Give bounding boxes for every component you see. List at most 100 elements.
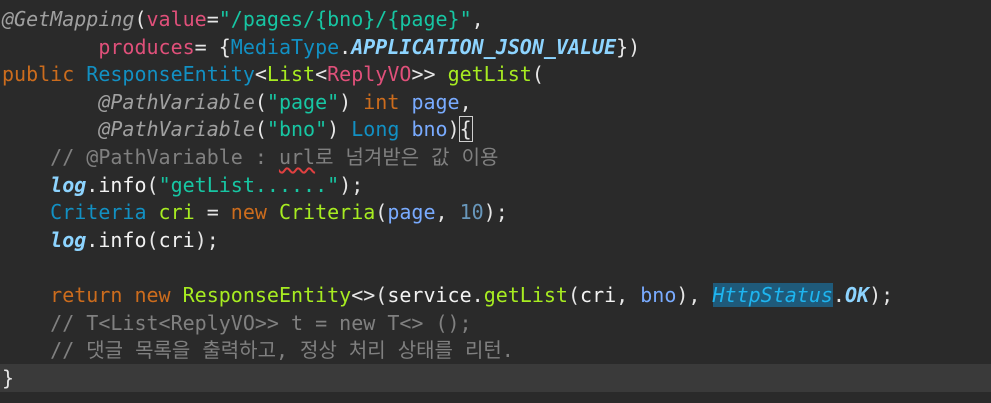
code-token: @PathVariable <box>98 117 255 142</box>
code-line[interactable]: } <box>0 363 991 392</box>
code-token: new <box>134 283 171 307</box>
code-token: < <box>254 62 267 87</box>
code-line[interactable] <box>0 253 991 281</box>
code-line[interactable]: // @PathVariable : url로 넘겨받은 값 이용 <box>0 143 991 171</box>
code-token: value <box>146 7 207 31</box>
code-token: ( <box>134 7 147 31</box>
code-line[interactable]: // 댓글 목록을 출력하고, 정상 처리 상태를 리턴. <box>0 336 991 364</box>
code-token: { <box>458 116 473 143</box>
code-token: cri <box>158 200 195 225</box>
code-line[interactable]: @GetMapping(value="/pages/{bno}/{page}", <box>0 5 991 33</box>
code-token: ( <box>375 200 388 225</box>
code-line[interactable]: @PathVariable("bno") Long bno){ <box>0 115 991 143</box>
code-token: "/pages/{bno}/{page}" <box>218 7 472 31</box>
code-token: page <box>411 89 460 114</box>
code-token: produces <box>98 34 195 59</box>
code-token: 로 넘겨받은 값 이용 <box>315 145 499 169</box>
code-line[interactable]: Criteria cri = new Criteria(page, 10); <box>0 198 991 226</box>
code-token: info <box>98 172 147 197</box>
code-line[interactable]: return new ResponseEntity<>(service.getL… <box>0 281 991 309</box>
code-token: getList <box>483 283 568 307</box>
code-token: <>( <box>351 283 388 307</box>
code-token: return <box>50 283 123 307</box>
code-token: , <box>459 89 472 114</box>
code-token: Long <box>351 117 400 142</box>
code-token: ) <box>339 89 364 114</box>
code-token: = <box>194 200 231 225</box>
code-line[interactable]: log.info("getList......"); <box>0 171 991 199</box>
code-token: ( <box>567 283 581 307</box>
code-token: ( <box>531 62 544 87</box>
code-token: . <box>86 227 99 252</box>
code-token: @GetMapping <box>2 7 135 31</box>
code-line[interactable]: // T<List<ReplyVO>> t = new T<> (); <box>0 309 991 337</box>
code-token: 10 <box>459 200 484 225</box>
code-token: = <box>206 7 219 31</box>
code-token: . <box>471 283 484 307</box>
code-token: ); <box>339 172 364 197</box>
code-token: bno <box>640 283 677 307</box>
code-token: ); <box>483 200 508 225</box>
code-token: HttpStatus <box>712 283 833 307</box>
code-token: public <box>2 62 75 87</box>
code-token: . <box>832 283 845 307</box>
code-token: ) <box>327 117 352 142</box>
code-token: Criteria <box>278 200 376 225</box>
code-line[interactable]: @PathVariable("page") int page, <box>0 88 991 116</box>
code-token: >> <box>411 62 448 87</box>
code-token: ReplyVO <box>327 62 412 87</box>
code-token: ( <box>254 89 267 114</box>
code-token: Criteria <box>50 200 147 225</box>
code-line[interactable]: public ResponseEntity<List<ReplyVO>> get… <box>0 60 991 88</box>
code-token: "page" <box>266 89 340 114</box>
code-token: getList <box>447 62 532 87</box>
code-token: = { <box>194 34 231 59</box>
code-line[interactable]: produces= {MediaType.APPLICATION_JSON_VA… <box>0 33 991 61</box>
code-token: page <box>387 200 436 225</box>
code-token: log <box>50 172 87 197</box>
code-token: "bno" <box>266 117 328 142</box>
code-token: ); <box>194 227 219 252</box>
code-token: ) <box>447 117 460 142</box>
code-editor[interactable]: @GetMapping(value="/pages/{bno}/{page}",… <box>0 0 991 403</box>
code-token: ), <box>676 283 713 307</box>
code-token: List <box>266 62 316 87</box>
code-token: , <box>616 283 641 307</box>
code-token: service <box>387 283 472 307</box>
code-token: // 댓글 목록을 출력하고, 정상 처리 상태를 리턴. <box>2 338 514 363</box>
code-line[interactable]: log.info(cri); <box>0 226 991 254</box>
code-token: @PathVariable <box>98 89 255 114</box>
code-token: MediaType <box>230 34 340 59</box>
code-token: new <box>230 200 267 225</box>
code-token: url <box>278 145 316 169</box>
code-token: cri <box>580 283 617 307</box>
code-token: ( <box>146 172 159 197</box>
code-token: , <box>435 200 460 225</box>
code-token: // T<List<ReplyVO>> t = new T<> (); <box>2 310 472 335</box>
code-token: "getList......" <box>158 172 340 197</box>
code-token: ResponseEntity <box>86 62 255 87</box>
code-token: ResponseEntity <box>182 283 352 307</box>
code-token: int <box>363 89 400 114</box>
code-token: OK <box>844 283 870 307</box>
code-token: cri <box>158 227 195 252</box>
code-token: ( <box>254 117 267 142</box>
code-token: < <box>315 62 328 87</box>
code-token: . <box>339 34 352 59</box>
code-token: ( <box>146 227 159 252</box>
code-token: log <box>50 227 87 252</box>
code-token: . <box>86 172 99 197</box>
code-token: }) <box>616 34 641 59</box>
code-token: ); <box>869 283 894 307</box>
